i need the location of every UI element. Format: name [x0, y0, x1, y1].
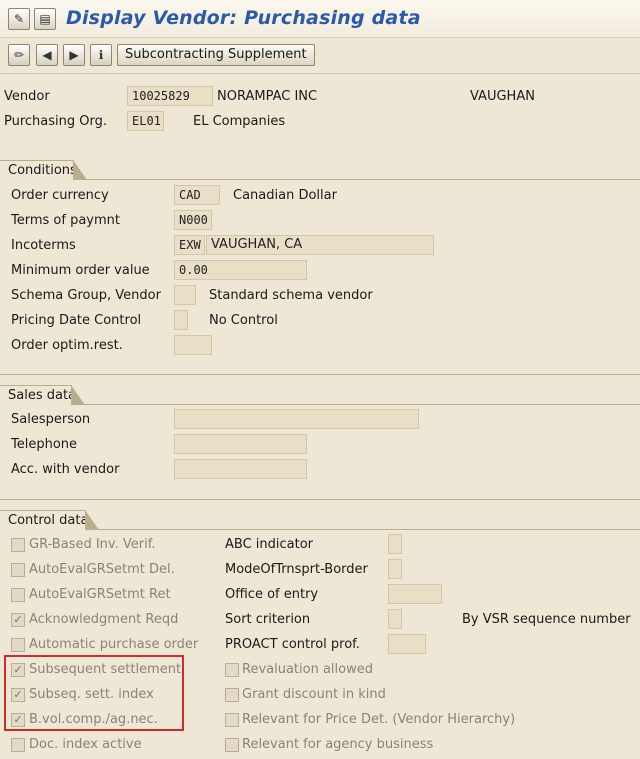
display-change-icon[interactable]: ✎ — [8, 8, 30, 30]
vendor-label: Vendor — [4, 89, 50, 104]
sort-criterion-text: By VSR sequence number — [462, 612, 631, 627]
next-screen-icon[interactable]: ▶ — [63, 44, 85, 66]
schema-group-field[interactable] — [174, 285, 196, 305]
relevant-agency-business-checkbox[interactable] — [225, 738, 239, 752]
salesperson-field[interactable] — [174, 409, 419, 429]
automatic-purchase-order-checkbox[interactable] — [11, 638, 25, 652]
sort-criterion-field[interactable] — [388, 609, 402, 629]
acknowledgment-reqd-checkbox[interactable]: ✓ — [11, 613, 25, 627]
grant-discount-label: Grant discount in kind — [242, 687, 386, 702]
autoeval-ret-checkbox[interactable] — [11, 588, 25, 602]
vendor-city: VAUGHAN — [470, 89, 535, 104]
conditions-group-title: Conditions — [0, 160, 87, 180]
grant-discount-checkbox[interactable] — [225, 688, 239, 702]
incoterms-field[interactable]: EXW — [174, 235, 205, 255]
office-of-entry-label: Office of entry — [225, 587, 319, 602]
minimum-order-value-label: Minimum order value — [11, 263, 150, 278]
incoterms-location-field[interactable]: VAUGHAN, CA — [206, 235, 434, 255]
acc-with-vendor-field[interactable] — [174, 459, 307, 479]
purchasing-org-name: EL Companies — [193, 114, 286, 129]
pricing-date-control-field[interactable] — [174, 310, 188, 330]
info-icon[interactable]: ℹ — [90, 44, 112, 66]
schema-group-text: Standard schema vendor — [209, 288, 373, 303]
automatic-purchase-order-label: Automatic purchase order — [29, 637, 199, 652]
purchasing-org-label: Purchasing Org. — [4, 114, 108, 129]
vendor-field[interactable]: 10025829 — [127, 86, 213, 106]
gr-based-inv-verif-checkbox[interactable] — [11, 538, 25, 552]
revaluation-allowed-label: Revaluation allowed — [242, 662, 373, 677]
previous-screen-icon[interactable]: ◀ — [36, 44, 58, 66]
other-object-icon[interactable]: ▤ — [34, 8, 56, 30]
control-data-group-title: Control data — [0, 510, 99, 530]
purchasing-org-field[interactable]: EL01 — [127, 111, 164, 131]
doc-index-active-label: Doc. index active — [29, 737, 142, 752]
application-toolbar: ✏ ◀ ▶ ℹ Subcontracting Supplement — [0, 38, 640, 74]
autoeval-del-checkbox[interactable] — [11, 563, 25, 577]
pricing-date-control-label: Pricing Date Control — [11, 313, 142, 328]
mode-of-transport-field[interactable] — [388, 559, 402, 579]
order-currency-field[interactable]: CAD — [174, 185, 220, 205]
abc-indicator-field[interactable] — [388, 534, 402, 554]
subcontracting-supplement-button[interactable]: Subcontracting Supplement — [117, 44, 315, 66]
page-title: Display Vendor: Purchasing data — [66, 7, 421, 29]
minimum-order-value-field[interactable]: 0.00 — [174, 260, 307, 280]
order-optim-rest-field[interactable] — [174, 335, 212, 355]
schema-group-label: Schema Group, Vendor — [11, 288, 161, 303]
pricing-date-control-text: No Control — [209, 313, 278, 328]
acknowledgment-reqd-label: Acknowledgment Reqd — [29, 612, 179, 627]
doc-index-active-checkbox[interactable] — [11, 738, 25, 752]
order-currency-label: Order currency — [11, 188, 109, 203]
relevant-price-det-checkbox[interactable] — [225, 713, 239, 727]
incoterms-label: Incoterms — [11, 238, 76, 253]
sales-data-group-title: Sales data — [0, 385, 85, 405]
revaluation-allowed-checkbox[interactable] — [225, 663, 239, 677]
acc-with-vendor-label: Acc. with vendor — [11, 462, 120, 477]
proact-control-label: PROACT control prof. — [225, 637, 360, 652]
order-optim-rest-label: Order optim.rest. — [11, 338, 123, 353]
sort-criterion-label: Sort criterion — [225, 612, 311, 627]
vendor-name: NORAMPAC INC — [217, 89, 318, 104]
edit-pencil-icon[interactable]: ✏ — [8, 44, 30, 66]
telephone-field[interactable] — [174, 434, 307, 454]
check-mark-icon: ✓ — [13, 613, 23, 626]
title-bar: ✎ ▤ Display Vendor: Purchasing data — [0, 0, 640, 38]
office-of-entry-field[interactable] — [388, 584, 442, 604]
telephone-label: Telephone — [11, 437, 78, 452]
autoeval-ret-label: AutoEvalGRSetmt Ret — [29, 587, 171, 602]
relevant-agency-business-label: Relevant for agency business — [242, 737, 434, 752]
gr-based-inv-verif-label: GR-Based Inv. Verif. — [29, 537, 156, 552]
highlight-annotation — [4, 655, 184, 731]
salesperson-label: Salesperson — [11, 412, 91, 427]
abc-indicator-label: ABC indicator — [225, 537, 314, 552]
proact-control-field[interactable] — [388, 634, 426, 654]
terms-of-payment-field[interactable]: N000 — [174, 210, 212, 230]
order-currency-text: Canadian Dollar — [233, 188, 337, 203]
mode-of-transport-label: ModeOfTrnsprt-Border — [225, 562, 368, 577]
autoeval-del-label: AutoEvalGRSetmt Del. — [29, 562, 175, 577]
relevant-price-det-label: Relevant for Price Det. (Vendor Hierarch… — [242, 712, 516, 727]
terms-of-payment-label: Terms of paymnt — [11, 213, 120, 228]
